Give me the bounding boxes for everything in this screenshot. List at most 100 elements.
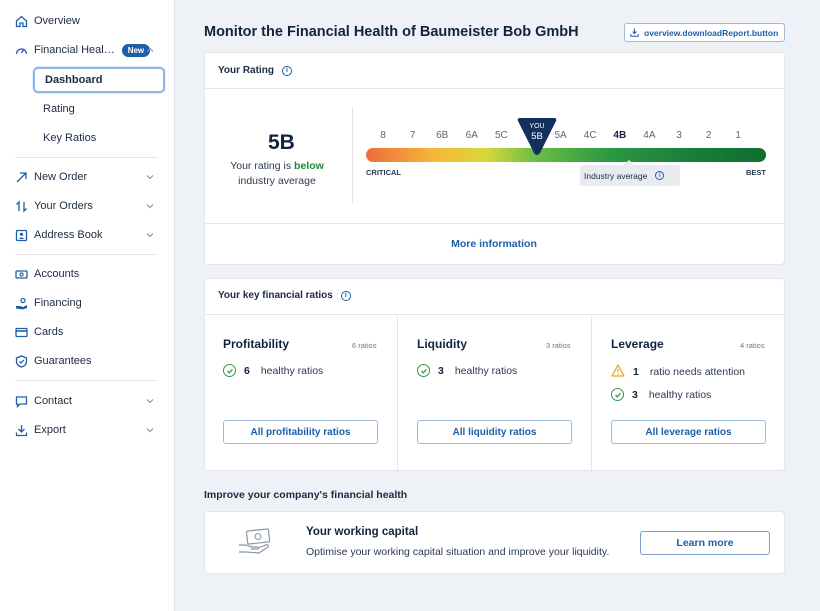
rating-scale-label: 4B <box>613 130 627 141</box>
sidebar-item-financial-health[interactable]: Financial Heal… New <box>0 37 174 63</box>
swap-icon <box>15 199 28 213</box>
sidebar-item-address-book[interactable]: Address Book <box>0 222 174 248</box>
leverage-healthy-line: 3 healthy ratios <box>611 388 711 401</box>
key-ratios-card-title: Your key financial ratios i <box>218 290 351 301</box>
rating-scale-label: 2 <box>705 130 712 141</box>
rating-scale-label: 8 <box>380 130 386 141</box>
check-circle-icon <box>417 364 430 377</box>
download-icon <box>630 28 639 37</box>
sidebar-item-new-order[interactable]: New Order <box>0 164 174 190</box>
sidebar-item-guarantees[interactable]: Guarantees <box>0 348 174 374</box>
sidebar-item-your-orders[interactable]: Your Orders <box>0 193 174 219</box>
rating-scale-label: 3 <box>676 130 682 141</box>
info-icon[interactable]: i <box>281 65 292 76</box>
sidebar-item-financing[interactable]: Financing <box>0 290 174 316</box>
working-capital-title: Your working capital <box>306 526 419 538</box>
your-rating-marker: YOU 5B <box>516 117 558 157</box>
sidebar-item-accounts[interactable]: Accounts <box>0 261 174 287</box>
working-capital-text: Optimise your working capital situation … <box>306 546 610 558</box>
sidebar-item-cards[interactable]: Cards <box>0 319 174 345</box>
sidebar-divider <box>15 380 158 381</box>
card-divider <box>205 88 784 89</box>
leverage-attention-line: 1 ratio needs attention <box>611 364 745 380</box>
rating-scale-label: 5C <box>494 130 508 141</box>
check-circle-icon <box>223 364 236 377</box>
home-icon <box>15 15 28 28</box>
you-rating-value: 5B <box>531 131 543 142</box>
rating-scale-label: 6B <box>436 130 449 141</box>
hand-money-icon <box>238 528 272 559</box>
sidebar-subitem-rating[interactable]: Rating <box>33 96 165 122</box>
rating-text-emphasis: below <box>294 160 324 172</box>
download-report-label: overview.downloadReport.button <box>644 27 779 38</box>
card-divider <box>205 223 784 224</box>
ratio-status-text: healthy ratios <box>648 388 712 401</box>
chevron-down-icon <box>144 395 156 407</box>
sidebar-item-overview[interactable]: Overview <box>0 8 174 34</box>
info-icon[interactable]: i <box>340 290 351 301</box>
profitability-count: 6 ratios <box>352 341 377 350</box>
arrow-up-right-icon <box>15 171 28 184</box>
critical-label: CRITICAL <box>366 168 401 177</box>
warning-triangle-icon <box>611 364 625 380</box>
profitability-title: Profitability <box>223 337 290 351</box>
sidebar-divider <box>15 254 158 255</box>
gauge-icon <box>15 44 28 57</box>
liquidity-healthy-line: 3 healthy ratios <box>417 364 517 377</box>
liquidity-count: 3 ratios <box>546 341 571 350</box>
rating-description: Your rating is below industry average <box>226 159 328 189</box>
improve-section-title: Improve your company's financial health <box>204 489 408 501</box>
rating-divider <box>352 107 353 204</box>
leverage-title: Leverage <box>611 337 664 351</box>
more-information-link[interactable]: More information <box>420 238 568 250</box>
all-leverage-ratios-button[interactable]: All leverage ratios <box>611 420 766 444</box>
sidebar: Overview Financial Heal… New Dashboard R… <box>0 0 175 611</box>
contact-card-icon <box>15 229 28 242</box>
download-report-button[interactable]: overview.downloadReport.button <box>624 23 785 42</box>
info-icon[interactable]: i <box>655 171 665 180</box>
rating-text-prefix: Your rating is <box>230 160 295 172</box>
ratio-count: 3 <box>632 388 638 401</box>
hand-coin-icon <box>15 297 28 310</box>
rating-scale-label: 1 <box>735 130 741 141</box>
ratio-status-text: healthy ratios <box>454 364 518 377</box>
sidebar-item-label: Export <box>34 424 66 436</box>
all-profitability-ratios-button[interactable]: All profitability ratios <box>223 420 378 444</box>
industry-average-label: Industry average <box>584 170 648 181</box>
ratio-status-text: ratio needs attention <box>649 366 745 378</box>
sidebar-subitem-dashboard[interactable]: Dashboard <box>33 67 165 93</box>
rating-scale-label: 6A <box>465 130 478 141</box>
sidebar-item-export[interactable]: Export <box>0 417 174 443</box>
ratio-count: 6 <box>244 364 250 377</box>
sidebar-item-contact[interactable]: Contact <box>0 388 174 414</box>
rating-scale-label: 4C <box>583 130 597 141</box>
shield-icon <box>15 354 28 368</box>
rating-value: 5B <box>268 131 295 154</box>
rating-text-suffix: industry average <box>238 175 316 187</box>
chevron-down-icon <box>144 229 156 241</box>
bank-note-icon <box>15 268 28 281</box>
rating-scale-bar <box>366 148 766 162</box>
learn-more-button[interactable]: Learn more <box>640 531 770 555</box>
best-label: BEST <box>746 168 767 177</box>
chevron-up-icon <box>144 44 156 56</box>
chevron-down-icon <box>144 200 156 212</box>
liquidity-title: Liquidity <box>417 337 467 351</box>
rating-scale-label: 7 <box>409 130 416 141</box>
sidebar-subitem-key-ratios[interactable]: Key Ratios <box>33 125 165 151</box>
you-label: YOU <box>529 123 545 130</box>
all-liquidity-ratios-button[interactable]: All liquidity ratios <box>417 420 572 444</box>
profitability-healthy-line: 6 healthy ratios <box>223 364 323 377</box>
sidebar-item-label: Overview <box>34 15 80 27</box>
chat-icon <box>15 395 28 408</box>
rating-scale-label: 4A <box>643 130 656 141</box>
leverage-count: 4 ratios <box>740 341 765 350</box>
ratio-count: 1 <box>633 366 639 378</box>
industry-average-tooltip: Industry average i <box>580 160 680 186</box>
sidebar-item-label: Contact <box>34 395 72 407</box>
card-divider <box>205 314 784 315</box>
sidebar-item-label: New Order <box>34 171 88 183</box>
sidebar-item-label: Cards <box>34 326 64 338</box>
page-title: Monitor the Financial Health of Baumeist… <box>204 24 579 40</box>
sidebar-item-label: Address Book <box>34 229 103 241</box>
